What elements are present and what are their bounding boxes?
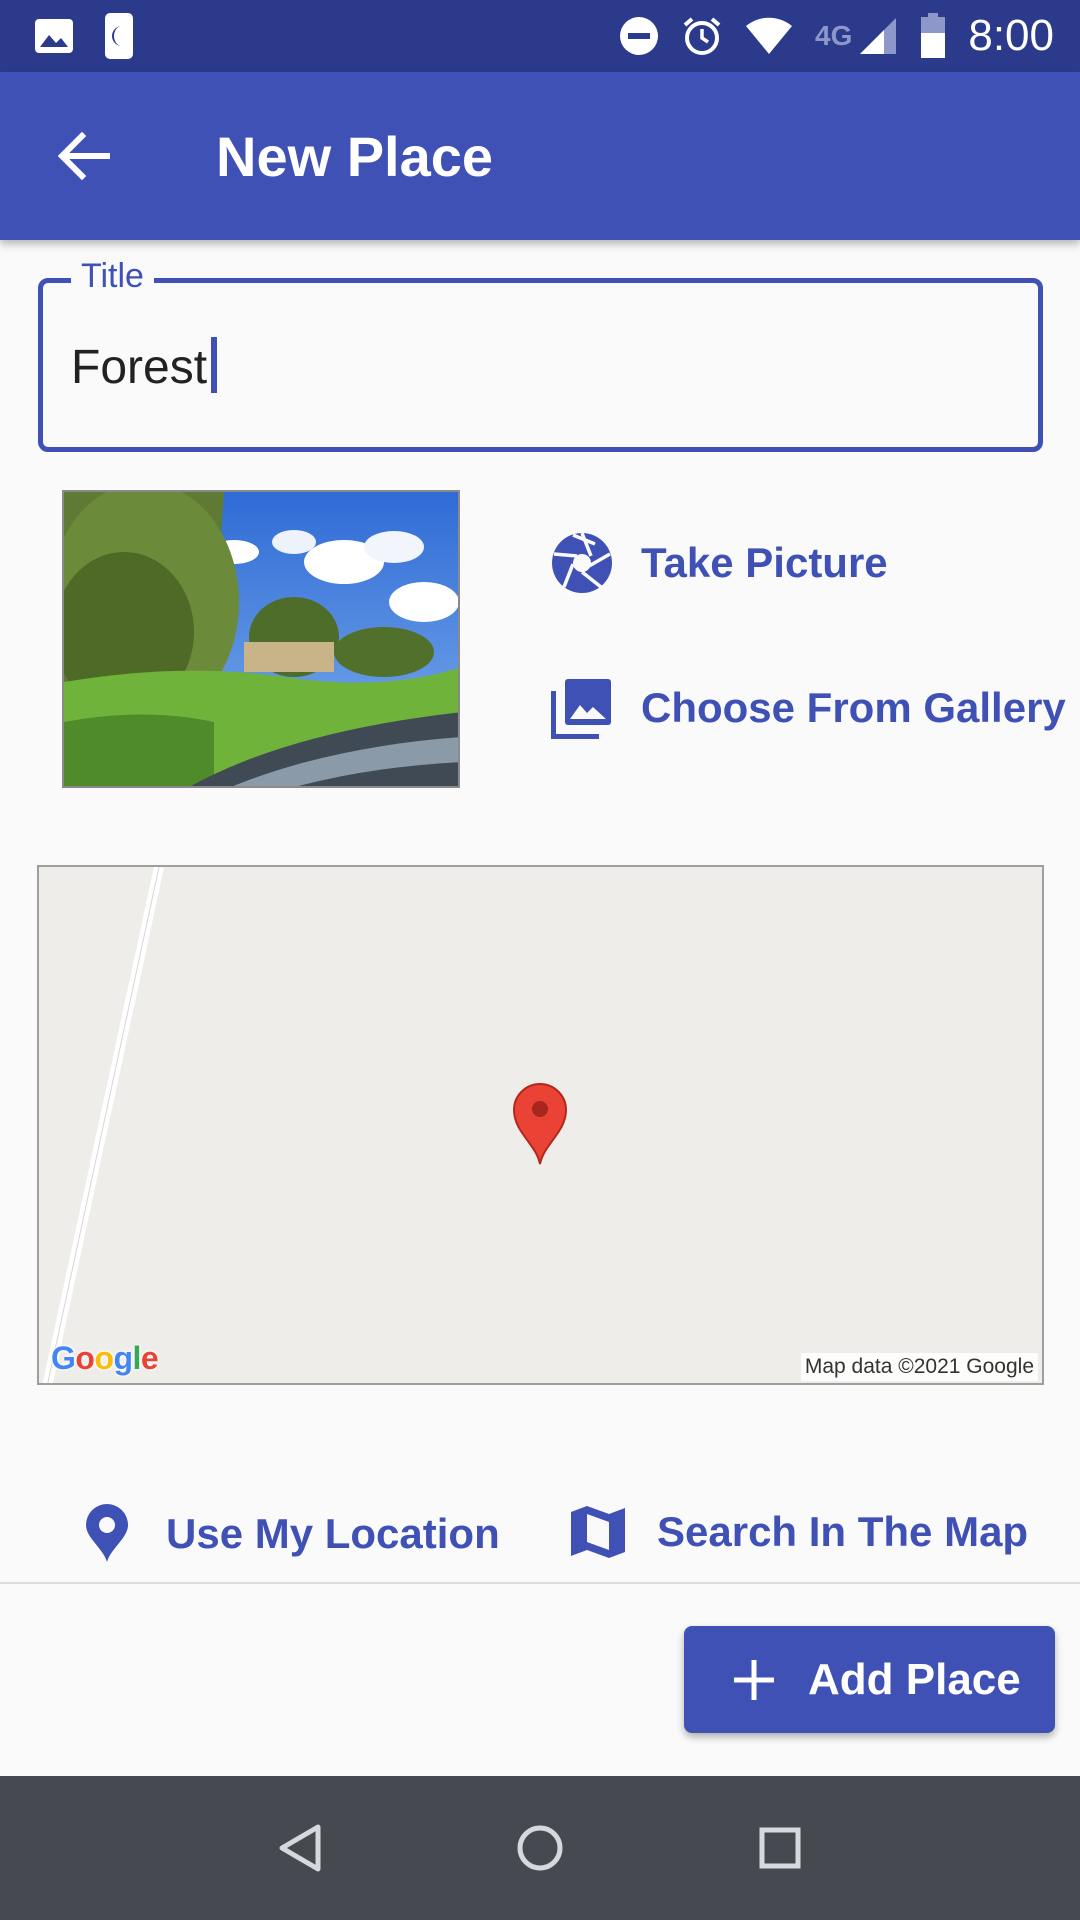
nav-recents-button[interactable] (730, 1798, 830, 1898)
choose-from-gallery-button[interactable]: Choose From Gallery (549, 677, 1066, 739)
plus-icon (732, 1658, 776, 1702)
use-my-location-label: Use My Location (166, 1510, 500, 1557)
map-pin-icon (512, 1082, 568, 1166)
take-picture-label: Take Picture (641, 539, 888, 586)
page-title: New Place (216, 124, 494, 188)
map-view[interactable]: Google Map data ©2021 Google (37, 865, 1044, 1385)
battery-icon (920, 13, 946, 59)
home-circle-icon (516, 1824, 564, 1872)
title-field[interactable]: Title (38, 257, 1043, 452)
map-icon (565, 1504, 631, 1560)
signal-icon (858, 16, 898, 56)
back-button[interactable] (34, 106, 134, 206)
status-bar: 4G 8:00 (0, 0, 1080, 72)
take-picture-button[interactable]: Take Picture (549, 532, 888, 594)
moon-icon (104, 12, 134, 60)
network-type: 4G (815, 20, 853, 51)
use-my-location-button[interactable]: Use My Location (74, 1504, 500, 1564)
title-input[interactable] (71, 335, 971, 399)
location-pin-icon (74, 1504, 140, 1564)
image-icon (34, 18, 74, 54)
google-logo: Google (51, 1340, 159, 1376)
wifi-icon (745, 17, 793, 55)
do-not-disturb-icon (619, 16, 659, 56)
photo-library-icon (549, 677, 615, 739)
search-in-map-button[interactable]: Search In The Map (565, 1504, 1028, 1560)
search-in-map-label: Search In The Map (657, 1508, 1029, 1555)
app-bar: New Place (0, 72, 1080, 240)
system-nav-bar (0, 1776, 1080, 1920)
divider (0, 1582, 1080, 1584)
recents-square-icon (758, 1826, 802, 1870)
text-caret (211, 337, 217, 393)
back-triangle-icon (278, 1824, 322, 1872)
add-place-button[interactable]: Add Place (684, 1626, 1055, 1733)
arrow-back-icon (58, 132, 110, 180)
place-photo (62, 490, 460, 788)
map-attribution: Map data ©2021 Google (800, 1353, 1038, 1381)
add-place-label: Add Place (808, 1654, 1021, 1704)
title-field-label: Title (71, 257, 154, 296)
nav-back-button[interactable] (250, 1798, 350, 1898)
nav-home-button[interactable] (490, 1798, 590, 1898)
alarm-icon (681, 15, 723, 57)
status-time: 8:00 (968, 11, 1054, 60)
camera-shutter-icon (549, 532, 615, 594)
choose-from-gallery-label: Choose From Gallery (641, 684, 1066, 731)
